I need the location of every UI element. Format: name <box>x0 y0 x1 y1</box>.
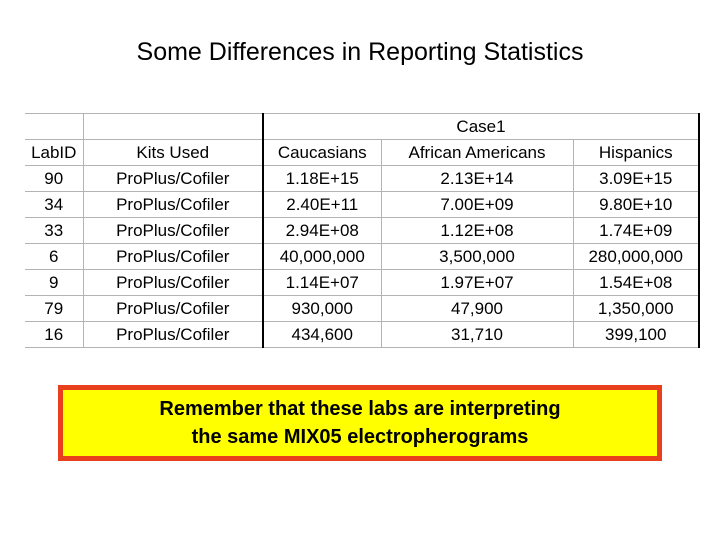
cell-kits-used: ProPlus/Cofiler <box>82 191 263 218</box>
cell-hispanics: 9.80E+10 <box>572 191 700 218</box>
cell-african-americans: 2.13E+14 <box>380 165 573 192</box>
cell-hispanics: 1.74E+09 <box>572 217 700 244</box>
band-header-case: Case1 <box>262 113 700 140</box>
column-header-labid: LabID <box>25 139 83 166</box>
cell-hispanics: 1,350,000 <box>572 295 700 322</box>
statistics-table-container: Case1 LabID Kits Used Caucasians African… <box>25 113 700 348</box>
cell-african-americans: 1.97E+07 <box>380 269 573 296</box>
table-row: 16 ProPlus/Cofiler 434,600 31,710 399,10… <box>25 321 700 348</box>
callout-line-2: the same MIX05 electropherograms <box>191 426 529 448</box>
callout-box: Remember that these labs are interpretin… <box>58 385 662 461</box>
cell-african-americans: 3,500,000 <box>380 243 573 270</box>
cell-caucasians: 40,000,000 <box>262 243 381 270</box>
cell-kits-used: ProPlus/Cofiler <box>82 243 263 270</box>
cell-labid: 90 <box>25 165 83 192</box>
cell-caucasians: 1.18E+15 <box>262 165 381 192</box>
cell-caucasians: 2.94E+08 <box>262 217 381 244</box>
column-header-caucasians: Caucasians <box>262 139 381 166</box>
statistics-table: Case1 LabID Kits Used Caucasians African… <box>25 113 700 348</box>
cell-caucasians: 434,600 <box>262 321 381 348</box>
band-spacer-cell <box>25 113 83 140</box>
cell-labid: 79 <box>25 295 83 322</box>
column-header-african-americans: African Americans <box>380 139 573 166</box>
cell-hispanics: 399,100 <box>572 321 700 348</box>
page-title: Some Differences in Reporting Statistics <box>136 38 584 66</box>
cell-caucasians: 930,000 <box>262 295 381 322</box>
cell-kits-used: ProPlus/Cofiler <box>82 269 263 296</box>
cell-hispanics: 3.09E+15 <box>572 165 700 192</box>
cell-african-americans: 47,900 <box>380 295 573 322</box>
cell-caucasians: 1.14E+07 <box>262 269 381 296</box>
column-header-hispanics: Hispanics <box>572 139 700 166</box>
cell-kits-used: ProPlus/Cofiler <box>82 165 263 192</box>
cell-kits-used: ProPlus/Cofiler <box>82 295 263 322</box>
cell-african-americans: 1.12E+08 <box>380 217 573 244</box>
table-row: 34 ProPlus/Cofiler 2.40E+11 7.00E+09 9.8… <box>25 191 700 218</box>
column-header-kits-used: Kits Used <box>82 139 263 166</box>
cell-labid: 16 <box>25 321 83 348</box>
table-row: 33 ProPlus/Cofiler 2.94E+08 1.12E+08 1.7… <box>25 217 700 244</box>
callout-line-1: Remember that these labs are interpretin… <box>159 398 561 420</box>
cell-caucasians: 2.40E+11 <box>262 191 381 218</box>
table-row: 6 ProPlus/Cofiler 40,000,000 3,500,000 2… <box>25 243 700 270</box>
cell-labid: 34 <box>25 191 83 218</box>
cell-kits-used: ProPlus/Cofiler <box>82 217 263 244</box>
cell-labid: 33 <box>25 217 83 244</box>
table-band-header-row: Case1 <box>25 113 700 140</box>
cell-african-americans: 7.00E+09 <box>380 191 573 218</box>
cell-labid: 9 <box>25 269 83 296</box>
cell-african-americans: 31,710 <box>380 321 573 348</box>
table-row: 90 ProPlus/Cofiler 1.18E+15 2.13E+14 3.0… <box>25 165 700 192</box>
cell-kits-used: ProPlus/Cofiler <box>82 321 263 348</box>
table-row: 9 ProPlus/Cofiler 1.14E+07 1.97E+07 1.54… <box>25 269 700 296</box>
band-spacer-cell-2 <box>82 113 263 140</box>
cell-hispanics: 1.54E+08 <box>572 269 700 296</box>
table-header-row: LabID Kits Used Caucasians African Ameri… <box>25 139 700 166</box>
cell-hispanics: 280,000,000 <box>572 243 700 270</box>
cell-labid: 6 <box>25 243 83 270</box>
table-row: 79 ProPlus/Cofiler 930,000 47,900 1,350,… <box>25 295 700 322</box>
